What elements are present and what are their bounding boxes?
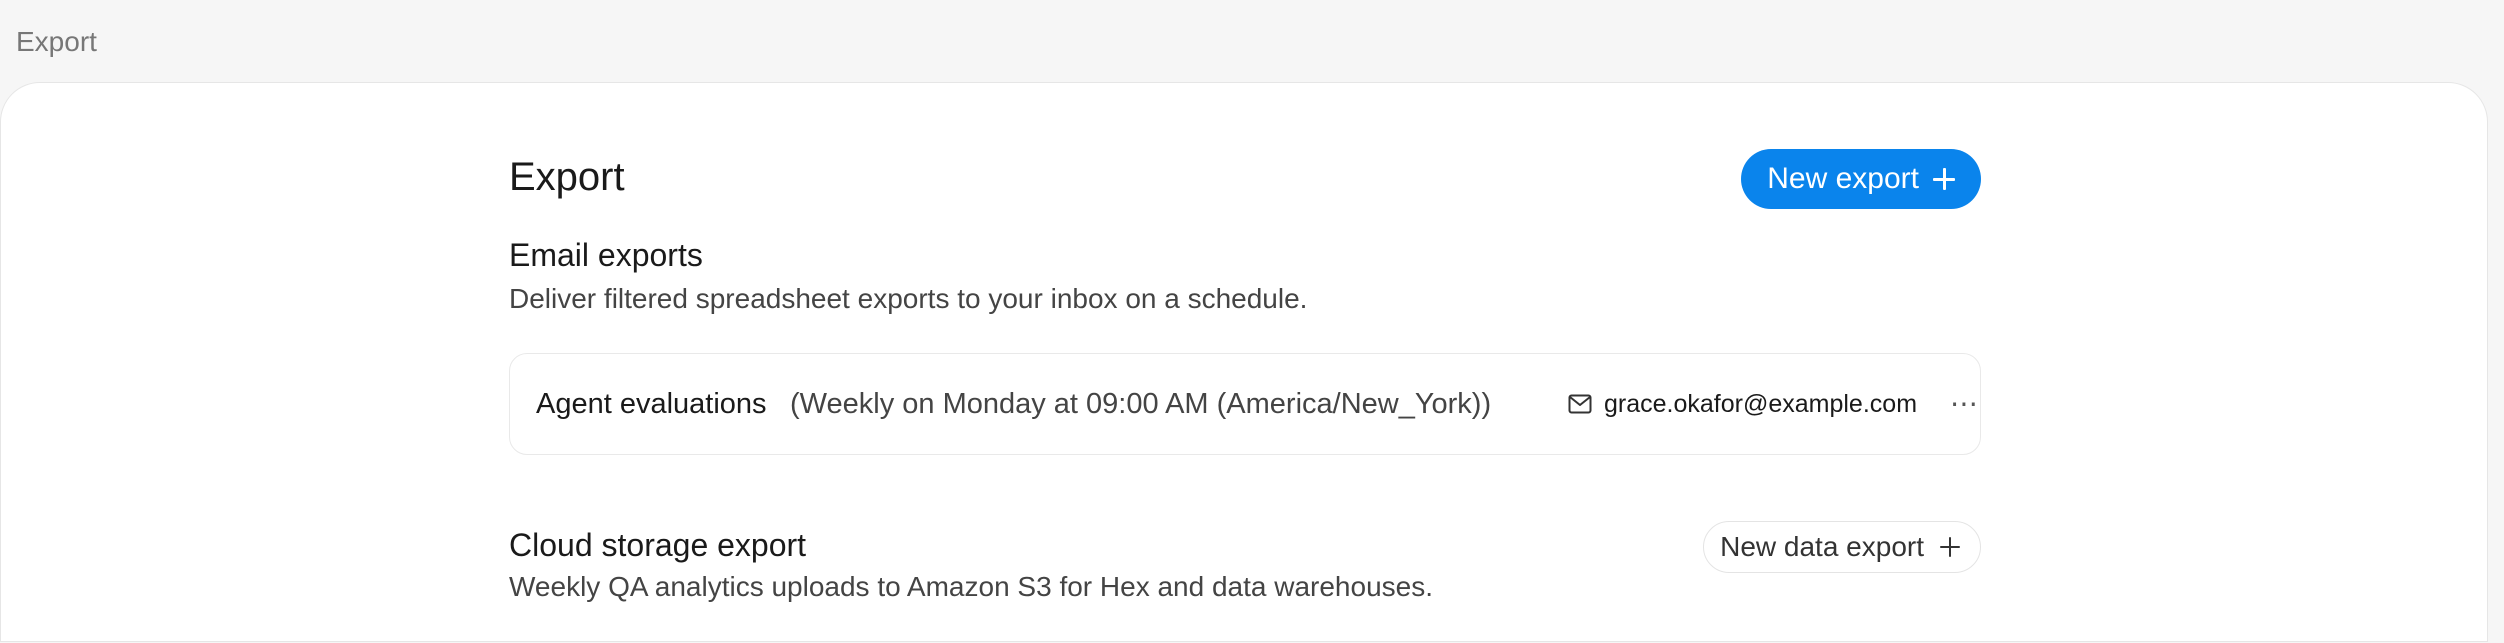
- new-export-button[interactable]: New export: [1741, 149, 1981, 209]
- plus-icon: [1933, 168, 1955, 190]
- new-data-export-label: New data export: [1720, 531, 1924, 562]
- cloud-storage-description: Weekly QA analytics uploads to Amazon S3…: [509, 571, 1433, 602]
- new-data-export-button[interactable]: New data export: [1703, 521, 1981, 573]
- cloud-storage-title: Cloud storage export: [509, 527, 807, 563]
- export-content: Export New export Email exports Deliver …: [509, 83, 1981, 643]
- top-bar: Export: [0, 0, 2504, 82]
- mail-icon: [1568, 394, 1592, 414]
- topbar-title: Export: [16, 26, 97, 57]
- export-schedule: (Weekly on Monday at 09:00 AM (America/N…: [790, 388, 1492, 420]
- plus-icon: [1940, 537, 1960, 557]
- more-options-icon[interactable]: ⋯: [1950, 386, 1979, 422]
- export-recipient-email: grace.okafor@example.com: [1604, 390, 1918, 418]
- page-title: Export: [509, 155, 625, 199]
- new-export-label: New export: [1767, 162, 1919, 195]
- email-export-row[interactable]: Agent evaluations (Weekly on Monday at 0…: [509, 353, 1981, 455]
- email-exports-title: Email exports: [509, 237, 703, 273]
- export-name: Agent evaluations: [536, 388, 767, 420]
- email-exports-description: Deliver filtered spreadsheet exports to …: [509, 283, 1308, 314]
- main-panel: Export New export Email exports Deliver …: [0, 82, 2488, 642]
